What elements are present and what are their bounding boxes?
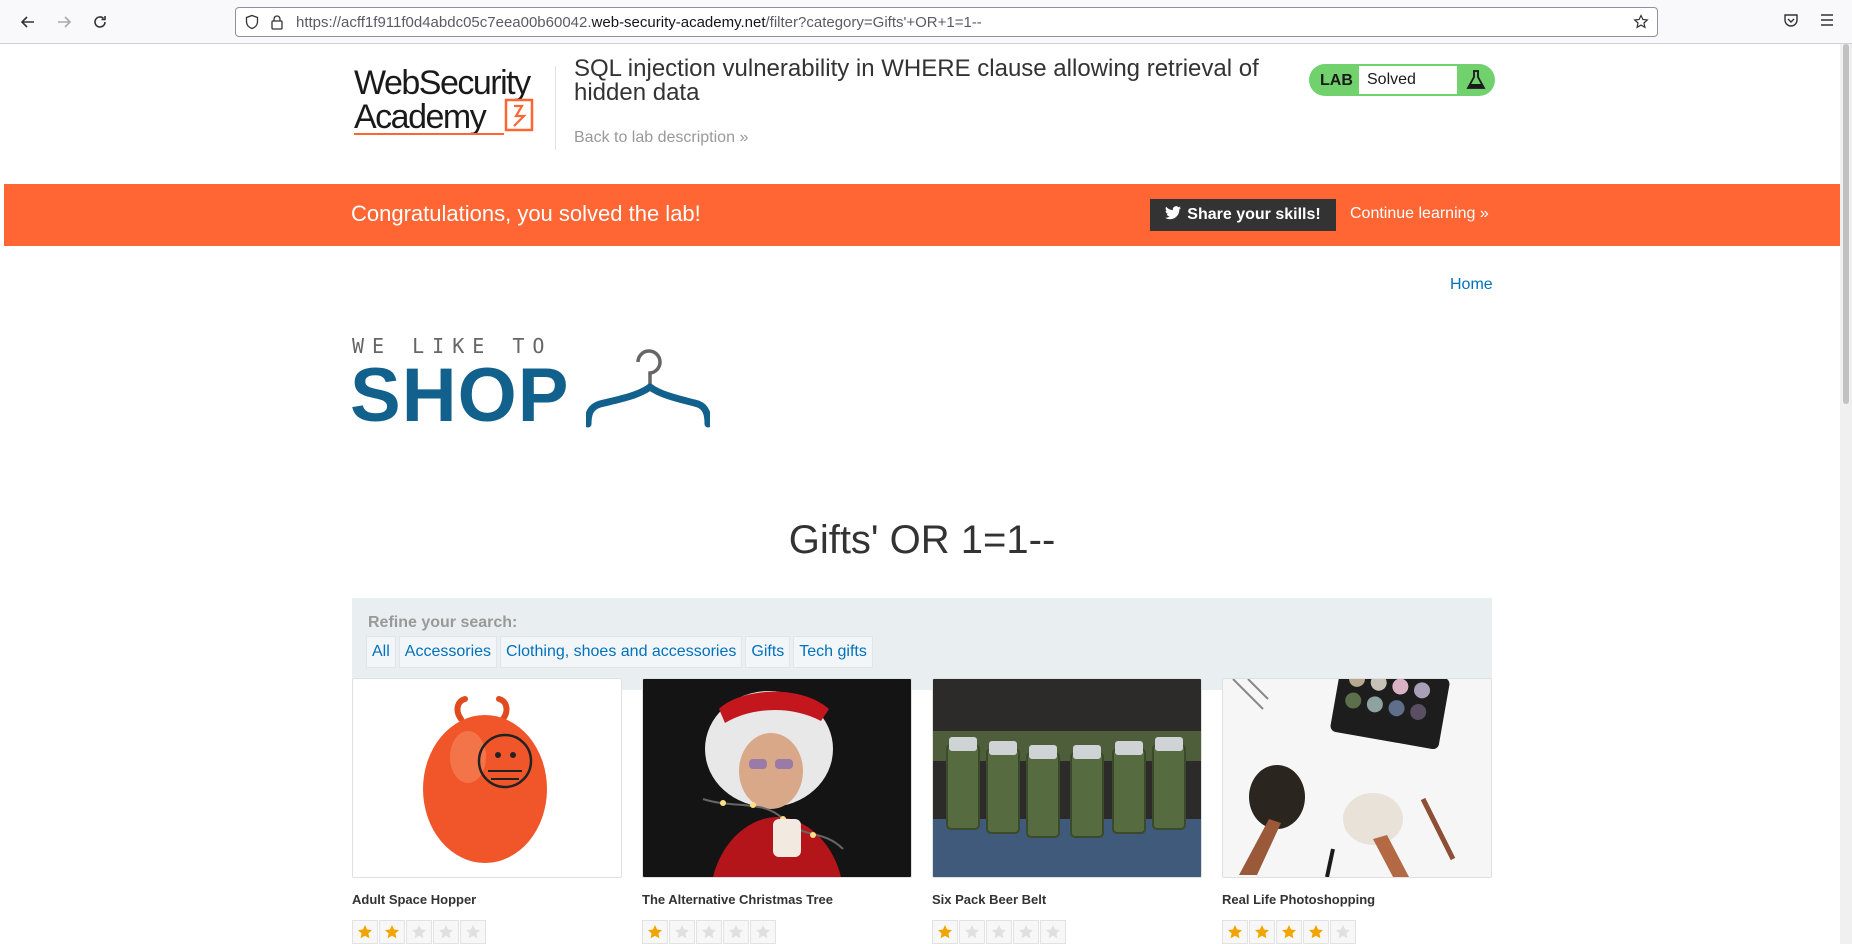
shop-wordmark: SHOP [350, 353, 570, 438]
filled-star-icon [932, 920, 958, 944]
product-grid: Adult Space Hopper The Alternative Chris… [352, 678, 1502, 944]
twitter-icon [1165, 205, 1182, 225]
bookmark-star-icon[interactable] [1633, 14, 1649, 35]
header-divider [555, 66, 556, 150]
product-image-christmas-tree[interactable] [642, 678, 912, 878]
star-rating [642, 920, 776, 944]
we-like-to-shop-logo[interactable]: WE LIKE TO SHOP [350, 334, 712, 474]
empty-star-icon [669, 920, 695, 944]
url-path: /filter?category=Gifts'+OR+1=1-- [765, 14, 982, 31]
lab-status-widget: LAB Solved [1309, 64, 1495, 96]
vertical-scrollbar[interactable] [1840, 44, 1852, 944]
product-image-beer-belt[interactable] [932, 678, 1202, 878]
filled-star-icon [1303, 920, 1329, 944]
filled-star-icon [352, 920, 378, 944]
congratulations-banner: Congratulations, you solved the lab! Sha… [4, 184, 1840, 246]
filter-all[interactable]: All [366, 636, 396, 668]
flask-icon[interactable] [1465, 69, 1487, 96]
empty-star-icon [959, 920, 985, 944]
back-to-lab-description-link[interactable]: Back to lab description » [574, 129, 748, 147]
refine-search-label: Refine your search: [368, 614, 518, 631]
product-name: Real Life Photoshopping [1222, 892, 1376, 907]
forward-arrow-icon[interactable] [52, 10, 76, 34]
empty-star-icon [696, 920, 722, 944]
continue-learning-link[interactable]: Continue learning » [1350, 205, 1489, 223]
product-name: The Alternative Christmas Tree [642, 892, 833, 907]
home-link[interactable]: Home [1450, 276, 1493, 294]
hanger-icon [586, 349, 710, 428]
filter-accessories[interactable]: Accessories [398, 636, 498, 668]
star-rating [932, 920, 1066, 944]
empty-star-icon [986, 920, 1012, 944]
logo-bolt [513, 104, 527, 127]
lab-status-text: Solved [1359, 66, 1457, 94]
refine-search-panel: Refine your search: All Accessories Clot… [352, 598, 1492, 690]
category-heading: Gifts' OR 1=1-- [788, 518, 1056, 562]
double-chevron-right-icon: » [1479, 205, 1489, 222]
empty-star-icon [750, 920, 776, 944]
scrollbar-thumb[interactable] [1843, 44, 1849, 404]
lab-badge: LAB [1320, 72, 1353, 89]
url-prefix: https://acff1f911f0d4abdc05c7eea00b60042… [296, 14, 592, 31]
hamburger-menu-icon[interactable] [1819, 12, 1835, 33]
browser-toolbar: https://acff1f911f0d4abdc05c7eea00b60042… [0, 0, 1852, 44]
url-text[interactable]: https://acff1f911f0d4abdc05c7eea00b60042… [296, 14, 982, 31]
web-page: WebSecurity Academy SQL injection vulner… [4, 44, 1840, 944]
empty-star-icon [460, 920, 486, 944]
filled-star-icon [1276, 920, 1302, 944]
back-link-label: Back to lab description [574, 129, 735, 146]
empty-star-icon [433, 920, 459, 944]
address-bar[interactable]: https://acff1f911f0d4abdc05c7eea00b60042… [235, 7, 1658, 37]
empty-star-icon [1330, 920, 1356, 944]
academy-header: WebSecurity Academy SQL injection vulner… [4, 44, 1840, 184]
star-rating [352, 920, 486, 944]
empty-star-icon [406, 920, 432, 944]
reload-icon[interactable] [88, 10, 112, 34]
empty-star-icon [1040, 920, 1066, 944]
logo-line1: WebSecurity [354, 64, 531, 102]
product-name: Six Pack Beer Belt [932, 892, 1047, 907]
star-rating [1222, 920, 1356, 944]
url-domain: web-security-academy.net [591, 14, 766, 31]
shield-icon[interactable] [244, 14, 260, 35]
back-arrow-icon[interactable] [16, 10, 40, 34]
continue-learning-label: Continue learning [1350, 205, 1476, 222]
logo-line2: Academy [354, 98, 487, 136]
filled-star-icon [379, 920, 405, 944]
empty-star-icon [1013, 920, 1039, 944]
congratulations-message: Congratulations, you solved the lab! [351, 201, 701, 226]
filled-star-icon [642, 920, 668, 944]
pocket-icon[interactable] [1783, 12, 1799, 33]
filter-tech-gifts[interactable]: Tech gifts [793, 636, 873, 668]
filter-gifts[interactable]: Gifts [745, 636, 791, 668]
empty-star-icon [723, 920, 749, 944]
category-filter-links: All Accessories Clothing, shoes and acce… [366, 636, 873, 668]
product-image-makeup[interactable] [1222, 678, 1492, 878]
product-image-space-hopper[interactable] [352, 678, 622, 878]
filled-star-icon [1222, 920, 1248, 944]
filter-clothing-shoes-accessories[interactable]: Clothing, shoes and accessories [500, 636, 743, 668]
double-chevron-right-icon: » [739, 129, 749, 146]
filled-star-icon [1249, 920, 1275, 944]
share-button-label: Share your skills! [1187, 206, 1321, 223]
product-name: Adult Space Hopper [352, 892, 477, 907]
lock-icon[interactable] [270, 14, 284, 35]
share-your-skills-button[interactable]: Share your skills! [1150, 199, 1336, 231]
lab-title: SQL injection vulnerability in WHERE cla… [574, 55, 1259, 106]
web-security-academy-logo[interactable]: WebSecurity Academy [354, 62, 564, 162]
